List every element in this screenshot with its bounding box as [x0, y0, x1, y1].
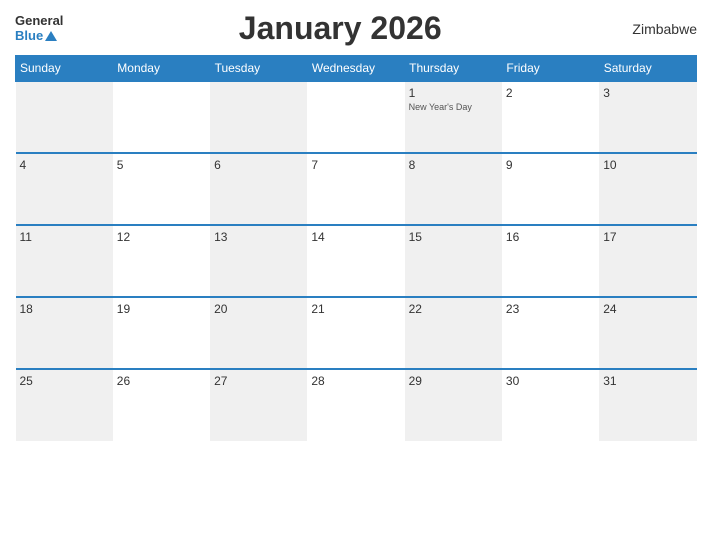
- day-number: 2: [506, 86, 595, 100]
- holiday-label: New Year's Day: [409, 102, 498, 112]
- calendar-cell: 4: [16, 153, 113, 225]
- day-number: 27: [214, 374, 303, 388]
- day-number: 18: [20, 302, 109, 316]
- calendar-cell: 17: [599, 225, 696, 297]
- calendar-cell: 25: [16, 369, 113, 441]
- calendar-cell: 19: [113, 297, 210, 369]
- weekday-header-row: Sunday Monday Tuesday Wednesday Thursday…: [16, 56, 697, 82]
- calendar-cell: [113, 81, 210, 153]
- calendar-cell: 7: [307, 153, 404, 225]
- calendar-cell: 23: [502, 297, 599, 369]
- day-number: 17: [603, 230, 692, 244]
- calendar-cell: 30: [502, 369, 599, 441]
- calendar-cell: 18: [16, 297, 113, 369]
- day-number: 22: [409, 302, 498, 316]
- day-number: 20: [214, 302, 303, 316]
- day-number: 15: [409, 230, 498, 244]
- day-number: 21: [311, 302, 400, 316]
- header-monday: Monday: [113, 56, 210, 82]
- calendar-cell: 26: [113, 369, 210, 441]
- calendar-cell: 9: [502, 153, 599, 225]
- day-number: 23: [506, 302, 595, 316]
- day-number: 4: [20, 158, 109, 172]
- calendar-cell: 13: [210, 225, 307, 297]
- day-number: 13: [214, 230, 303, 244]
- calendar-cell: 16: [502, 225, 599, 297]
- day-number: 19: [117, 302, 206, 316]
- day-number: 1: [409, 86, 498, 100]
- calendar-cell: [16, 81, 113, 153]
- day-number: 8: [409, 158, 498, 172]
- calendar-cell: [307, 81, 404, 153]
- day-number: 26: [117, 374, 206, 388]
- calendar-title: January 2026: [63, 10, 617, 47]
- calendar-cell: 31: [599, 369, 696, 441]
- day-number: 9: [506, 158, 595, 172]
- day-number: 5: [117, 158, 206, 172]
- day-number: 16: [506, 230, 595, 244]
- header-friday: Friday: [502, 56, 599, 82]
- day-number: 31: [603, 374, 692, 388]
- day-number: 10: [603, 158, 692, 172]
- calendar-cell: 6: [210, 153, 307, 225]
- calendar-week-row: 1 New Year's Day 23: [16, 81, 697, 153]
- header-saturday: Saturday: [599, 56, 696, 82]
- day-number: 6: [214, 158, 303, 172]
- header-sunday: Sunday: [16, 56, 113, 82]
- logo: General Blue: [15, 14, 63, 43]
- calendar-cell: 5: [113, 153, 210, 225]
- logo-blue-text: Blue: [15, 29, 43, 43]
- calendar-cell: 11: [16, 225, 113, 297]
- header-wednesday: Wednesday: [307, 56, 404, 82]
- calendar-table: Sunday Monday Tuesday Wednesday Thursday…: [15, 55, 697, 441]
- calendar-week-row: 18 19 20 21 22 23 24: [16, 297, 697, 369]
- calendar-week-row: 25 26 27 28 29 30 31: [16, 369, 697, 441]
- calendar-cell: 10: [599, 153, 696, 225]
- calendar-week-row: 11 12 13 14 15 16 17: [16, 225, 697, 297]
- calendar-cell: 1 New Year's Day: [405, 81, 502, 153]
- calendar-cell: 24: [599, 297, 696, 369]
- calendar-cell: 28: [307, 369, 404, 441]
- header-tuesday: Tuesday: [210, 56, 307, 82]
- calendar-cell: 2: [502, 81, 599, 153]
- day-number: 29: [409, 374, 498, 388]
- day-number: 12: [117, 230, 206, 244]
- calendar-week-row: 456789 10: [16, 153, 697, 225]
- day-number: 30: [506, 374, 595, 388]
- calendar-cell: 8: [405, 153, 502, 225]
- day-number: 24: [603, 302, 692, 316]
- day-number: 28: [311, 374, 400, 388]
- day-number: 11: [20, 230, 109, 244]
- calendar-cell: 29: [405, 369, 502, 441]
- calendar-thead: Sunday Monday Tuesday Wednesday Thursday…: [16, 56, 697, 82]
- calendar-cell: 20: [210, 297, 307, 369]
- calendar-body: 1New Year's Day2345678910111213141516171…: [16, 81, 697, 441]
- country-label: Zimbabwe: [617, 21, 697, 37]
- logo-triangle-icon: [45, 31, 57, 41]
- day-number: 3: [603, 86, 692, 100]
- calendar-cell: 3: [599, 81, 696, 153]
- calendar-header: General Blue January 2026 Zimbabwe: [15, 10, 697, 47]
- calendar-cell: 27: [210, 369, 307, 441]
- logo-general-text: General: [15, 14, 63, 28]
- calendar-cell: 15: [405, 225, 502, 297]
- calendar-cell: 12: [113, 225, 210, 297]
- calendar-cell: [210, 81, 307, 153]
- calendar-cell: 21: [307, 297, 404, 369]
- calendar-container: General Blue January 2026 Zimbabwe Sunda…: [0, 0, 712, 550]
- calendar-cell: 22: [405, 297, 502, 369]
- header-thursday: Thursday: [405, 56, 502, 82]
- calendar-cell: 14: [307, 225, 404, 297]
- day-number: 7: [311, 158, 400, 172]
- day-number: 25: [20, 374, 109, 388]
- day-number: 14: [311, 230, 400, 244]
